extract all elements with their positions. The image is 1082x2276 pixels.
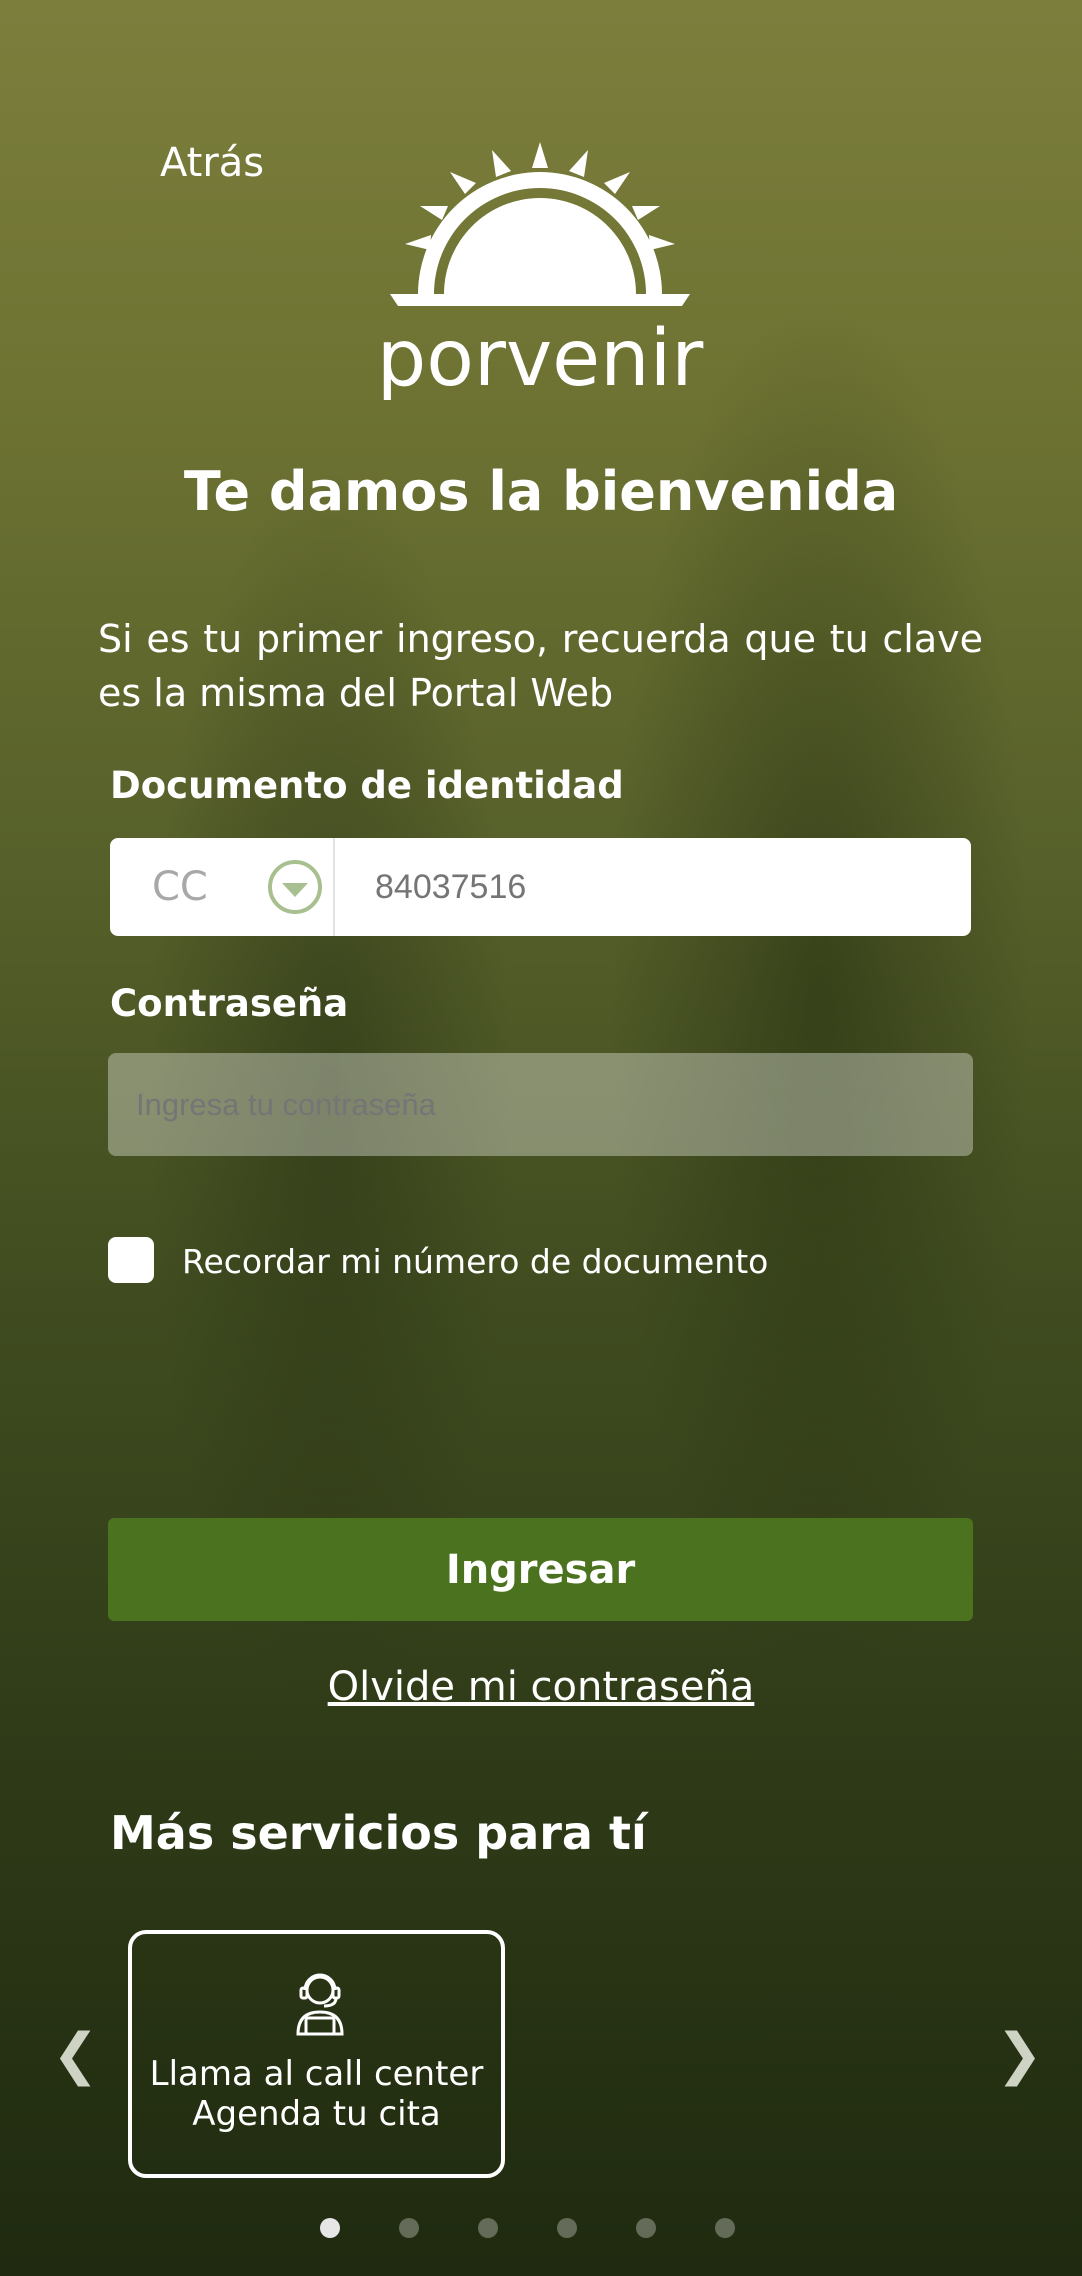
document-number-input[interactable] [335,837,971,937]
welcome-title: Te damos la bienvenida [183,460,899,523]
carousel-dot[interactable] [557,2218,577,2238]
service-card-subtitle: Agenda tu cita [192,2094,441,2134]
document-type-select[interactable]: CC [110,838,335,936]
sun-logo-icon [390,142,690,306]
call-center-agent-icon [296,1973,344,2036]
password-input[interactable] [108,1053,973,1156]
carousel-dot[interactable] [478,2218,498,2238]
document-type-value: CC [152,864,208,910]
document-label: Documento de identidad [110,764,624,807]
carousel-prev-arrow[interactable]: ❮ [52,2022,99,2087]
service-card-title: Llama al call center [149,2054,484,2094]
services-heading: Más servicios para tí [110,1806,647,1860]
welcome-intro: Si es tu primer ingreso, recuerda que tu… [98,617,983,715]
remember-checkbox[interactable] [108,1237,154,1283]
password-label: Contraseña [110,982,349,1025]
service-card[interactable]: Llama al call center Agenda tu cita [128,1930,505,2178]
chevron-down-icon [268,860,322,914]
logo-text: porvenir [377,314,705,400]
carousel-dot[interactable] [715,2218,735,2238]
carousel-dot[interactable] [320,2218,340,2238]
forgot-password: Olvide mi contraseña [0,1664,1082,1710]
back-button[interactable]: Atrás [160,140,264,186]
carousel-next-arrow[interactable]: ❯ [996,2022,1043,2087]
forgot-password-link[interactable]: Olvide mi contraseña [328,1664,755,1710]
carousel-dot[interactable] [399,2218,419,2238]
document-field: CC [110,837,971,937]
remember-label: Recordar mi número de documento [182,1242,769,1281]
carousel-dot[interactable] [636,2218,656,2238]
login-button[interactable]: Ingresar [108,1518,973,1621]
carousel-pagination [320,2218,735,2238]
porvenir-logo: porvenir [377,142,705,400]
